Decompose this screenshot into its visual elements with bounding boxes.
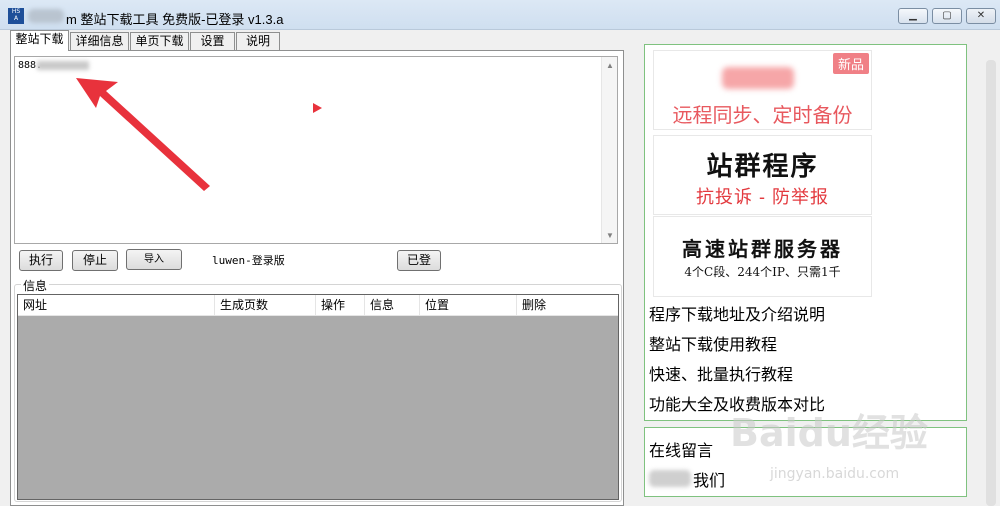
stop-button[interactable]: 停止 — [72, 250, 118, 271]
scroll-up-icon[interactable]: ▲ — [606, 61, 614, 70]
task-list-header: 网址 生成页数 操作 信息 位置 删除 — [18, 295, 618, 316]
title-redacted — [28, 9, 64, 23]
column-url[interactable]: 网址 — [18, 295, 215, 315]
maximize-button[interactable]: ▢ — [932, 8, 962, 24]
ad-banner-site-group[interactable]: 站群程序 抗投诉 - 防举报 — [653, 135, 872, 215]
column-info[interactable]: 信息 — [365, 295, 420, 315]
new-badge: 新品 — [832, 53, 869, 74]
link-program-download[interactable]: 程序下载地址及介绍说明 — [649, 301, 825, 325]
red-triangle-marker — [313, 103, 322, 113]
column-action[interactable]: 操作 — [316, 295, 365, 315]
close-button[interactable]: ✕ — [966, 8, 996, 24]
tab-help[interactable]: 说明 — [236, 32, 280, 50]
tab-site-download[interactable]: 整站下载 — [10, 30, 69, 51]
right-scrollbar[interactable] — [982, 30, 1000, 506]
scroll-down-icon[interactable]: ▼ — [606, 231, 614, 240]
task-list[interactable]: 网址 生成页数 操作 信息 位置 删除 — [17, 294, 619, 500]
ad-logo-redacted — [722, 67, 794, 89]
link-site-tutorial[interactable]: 整站下载使用教程 — [649, 331, 777, 355]
ad-server-subtitle: 4个C段、244个IP、只需1千 — [684, 265, 841, 279]
version-label: luwen-登录版 — [212, 254, 285, 267]
tab-single-page[interactable]: 单页下载 — [130, 32, 189, 50]
ad-banner-server[interactable]: 高速站群服务器 4个C段、244个IP、只需1千 — [653, 216, 872, 297]
scrollbar-thumb[interactable] — [986, 60, 996, 506]
ad-site-group-title: 站群程序 — [706, 152, 819, 182]
red-arrow-annotation — [76, 78, 210, 191]
app-icon: HS A — [8, 8, 24, 24]
tab-settings[interactable]: 设置 — [190, 32, 235, 50]
import-button[interactable]: 导入 — [126, 249, 182, 270]
logged-in-button[interactable]: 已登 — [397, 250, 441, 271]
url-scrollbar[interactable]: ▲ ▼ — [601, 57, 617, 243]
link-online-message[interactable]: 在线留言 — [649, 437, 713, 461]
info-group-title: 信息 — [21, 277, 50, 294]
tab-details[interactable]: 详细信息 — [70, 32, 129, 50]
title-bar: HS A m 整站下载工具 免费版-已登录 v1.3.a ▁ ▢ ✕ — [0, 0, 1000, 30]
column-pages[interactable]: 生成页数 — [215, 295, 316, 315]
ad-sync-subtitle: 远程同步、定时备份 — [672, 105, 853, 127]
ad-server-title: 高速站群服务器 — [682, 237, 843, 261]
column-position[interactable]: 位置 — [420, 295, 517, 315]
execute-button[interactable]: 执行 — [19, 250, 63, 271]
window-title: m 整站下载工具 免费版-已登录 v1.3.a — [66, 12, 284, 27]
link-contact-us[interactable]: 我们 — [693, 467, 725, 491]
ad-site-group-subtitle: 抗投诉 - 防举报 — [696, 187, 829, 207]
ad-banner-sync[interactable]: 新品 远程同步、定时备份 — [653, 50, 872, 130]
column-delete[interactable]: 删除 — [517, 295, 618, 315]
link-batch-tutorial[interactable]: 快速、批量执行教程 — [649, 361, 793, 385]
contact-redacted — [649, 470, 691, 487]
link-feature-compare[interactable]: 功能大全及收费版本对比 — [649, 391, 825, 415]
minimize-button[interactable]: ▁ — [898, 8, 928, 24]
